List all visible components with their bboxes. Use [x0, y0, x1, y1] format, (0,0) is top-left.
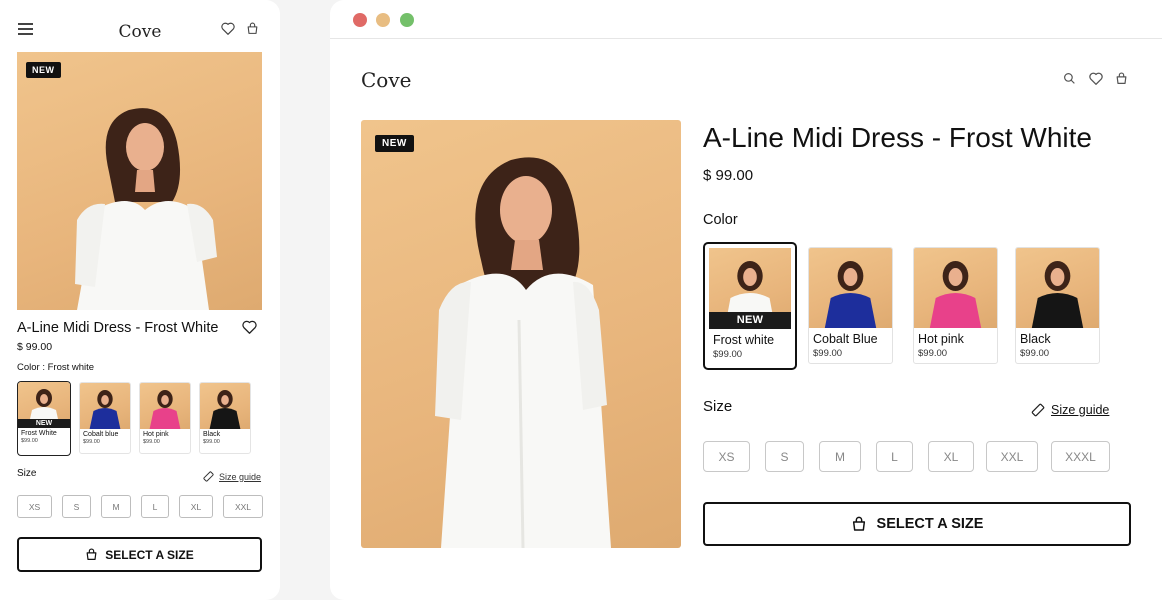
shopping-bag-icon — [852, 516, 865, 531]
swatch-cobalt-blue[interactable]: Cobalt blue $99.00 — [79, 382, 131, 454]
size-label: Size — [703, 398, 733, 415]
swatch-price: $99.00 — [83, 439, 100, 445]
select-size-button[interactable]: SELECT A SIZE — [17, 537, 262, 572]
swatch-name: Cobalt Blue — [813, 332, 878, 346]
shopping-bag-icon[interactable] — [1115, 72, 1128, 85]
size-option-s[interactable]: S — [62, 495, 91, 518]
swatch-frost-white[interactable]: NEW Frost White $99.00 — [17, 381, 71, 456]
color-swatches: NEW Frost White $99.00 Cobalt blue $99.0… — [17, 381, 251, 456]
swatch-price: $99.00 — [21, 438, 38, 444]
ruler-icon — [203, 471, 214, 482]
new-badge: NEW — [375, 135, 414, 152]
heart-icon[interactable] — [1089, 72, 1103, 85]
swatch-price: $99.00 — [1020, 348, 1050, 359]
color-label: Color — [703, 212, 738, 228]
swatch-cobalt-blue[interactable]: Cobalt Blue $99.00 — [808, 247, 893, 364]
size-option-xxl[interactable]: XXL — [986, 441, 1038, 472]
size-guide-text: Size guide — [1051, 403, 1110, 417]
swatch-price: $99.00 — [918, 348, 948, 359]
window-maximize-dot[interactable] — [400, 13, 414, 27]
swatch-hot-pink[interactable]: Hot pink $99.00 — [139, 382, 191, 454]
swatch-black[interactable]: Black $99.00 — [1015, 247, 1100, 364]
size-option-xs[interactable]: XS — [703, 441, 750, 472]
mobile-header: Cove — [0, 0, 280, 52]
window-minimize-dot[interactable] — [376, 13, 390, 27]
product-price: $ 99.00 — [703, 167, 754, 184]
swatch-name: Frost white — [713, 333, 775, 347]
size-option-xxl[interactable]: XXL — [223, 495, 263, 518]
shopping-bag-icon — [86, 548, 97, 560]
swatch-price: $99.00 — [813, 348, 843, 359]
shopping-bag-icon[interactable] — [246, 22, 259, 35]
size-guide-link[interactable]: Size guide — [1030, 402, 1109, 418]
store-logo[interactable]: Cove — [361, 68, 411, 92]
size-label: Size — [17, 468, 37, 479]
product-title: A-Line Midi Dress - Frost White — [17, 320, 219, 336]
size-option-s[interactable]: S — [765, 441, 804, 472]
size-option-xl[interactable]: XL — [928, 441, 974, 472]
product-photo[interactable]: NEW — [361, 120, 681, 548]
size-option-l[interactable]: L — [141, 495, 169, 518]
search-icon[interactable] — [1063, 72, 1076, 85]
mobile-view: Cove NEW A-Line Midi Dress - Frost White… — [0, 0, 280, 600]
store-logo[interactable]: Cove — [0, 22, 280, 42]
heart-icon[interactable] — [221, 22, 235, 35]
new-badge: NEW — [26, 62, 61, 78]
swatch-new-badge: NEW — [18, 419, 70, 428]
window-close-dot[interactable] — [353, 13, 367, 27]
swatch-name: Hot pink — [918, 332, 964, 346]
size-guide-text: Size guide — [219, 471, 262, 482]
size-options: XS S M L XL XXL XXXL — [703, 441, 1110, 472]
size-option-m[interactable]: M — [819, 441, 861, 472]
desktop-view: Cove NEW A-Line Midi Dress - Frost White… — [330, 0, 1162, 600]
size-options: XS S M L XL XXL — [17, 495, 263, 518]
swatch-hot-pink[interactable]: Hot pink $99.00 — [913, 247, 998, 364]
color-label: Color : Frost white — [17, 362, 95, 373]
select-size-label: SELECT A SIZE — [876, 516, 984, 532]
size-option-xs[interactable]: XS — [17, 495, 52, 518]
swatch-black[interactable]: Black $99.00 — [199, 382, 251, 454]
swatch-name: Black — [1020, 332, 1051, 346]
swatch-price: $99.00 — [143, 439, 160, 445]
swatch-new-badge: NEW — [709, 312, 791, 329]
product-price: $ 99.00 — [17, 341, 53, 353]
swatch-name: Hot pink — [143, 431, 169, 438]
swatch-name: Black — [203, 431, 221, 438]
swatch-price: $99.00 — [203, 439, 220, 445]
swatch-price: $99.00 — [713, 349, 743, 360]
product-photo[interactable]: NEW — [17, 52, 262, 310]
browser-title-bar — [330, 0, 1162, 39]
swatch-name: Cobalt blue — [83, 431, 119, 438]
product-title: A-Line Midi Dress - Frost White — [703, 122, 1092, 153]
swatch-frost-white[interactable]: NEW Frost white $99.00 — [703, 242, 797, 370]
size-option-xxxl[interactable]: XXXL — [1051, 441, 1110, 472]
size-option-l[interactable]: L — [876, 441, 913, 472]
ruler-icon — [1031, 403, 1045, 417]
size-guide-link[interactable]: Size guide — [202, 470, 261, 483]
size-option-m[interactable]: M — [101, 495, 131, 518]
select-size-label: SELECT A SIZE — [105, 547, 194, 562]
select-size-button[interactable]: SELECT A SIZE — [703, 502, 1131, 546]
size-option-xl[interactable]: XL — [179, 495, 213, 518]
swatch-name: Frost White — [21, 430, 57, 437]
wishlist-heart-icon[interactable] — [242, 320, 257, 334]
